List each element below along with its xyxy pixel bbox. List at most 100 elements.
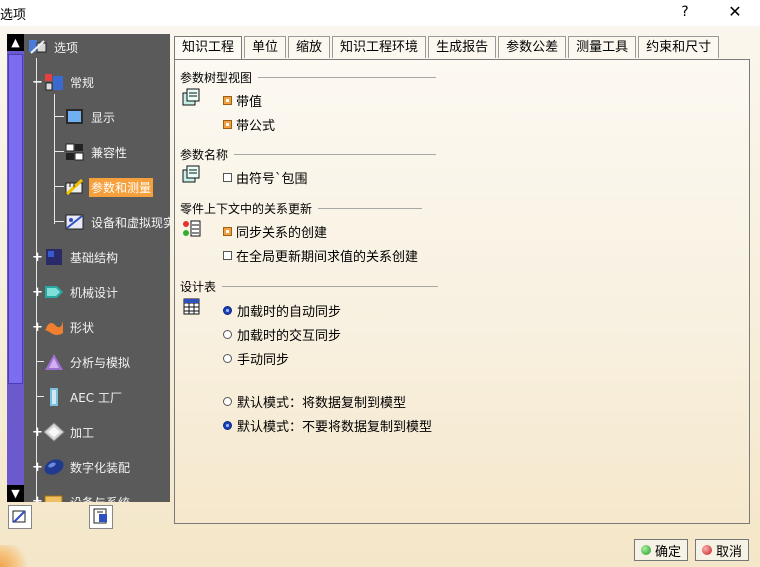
checkbox-box[interactable] [223, 227, 232, 236]
section-label: 设计表 [180, 280, 217, 294]
tree-item-label: 选项 [54, 40, 79, 55]
tree-connector [54, 116, 64, 117]
radio-button[interactable] [223, 421, 232, 430]
option-label: 默认模式：将数据复制到模型 [237, 396, 407, 411]
tree-item-analysis-simulation[interactable]: 分析与模拟 [43, 350, 132, 374]
tree-item-general[interactable]: 常规 [43, 70, 96, 94]
option-label: 带值 [236, 95, 263, 110]
tree-connector [54, 221, 64, 222]
cancel-button[interactable]: 取消 [695, 539, 750, 561]
expand-icon[interactable]: + [32, 321, 43, 334]
ok-icon [641, 545, 651, 555]
cancel-label: 取消 [716, 544, 743, 560]
tab-content-panel: 参数树型视图 带值 带公式 参数名称 由符号`包围 零件上下文中的关系更新 同步… [174, 59, 750, 524]
global-update-relations-checkbox[interactable]: 在全局更新期间求值的关系创建 [223, 246, 418, 265]
tree-item-label: 机械设计 [70, 285, 119, 300]
option-label: 加载时的交互同步 [237, 329, 342, 344]
expand-icon[interactable]: + [32, 495, 43, 502]
tab-knowledgeware[interactable]: 知识工程 [174, 36, 243, 61]
tree-item-digital-mockup[interactable]: 数字化装配 [43, 455, 132, 479]
parameter-name-icon [182, 165, 202, 185]
tree-item-display[interactable]: 显示 [64, 105, 117, 129]
tree-item-shape[interactable]: 形状 [43, 315, 96, 339]
sync-relations-checkbox[interactable]: 同步关系的创建 [223, 222, 327, 241]
default-no-copy-data-radio[interactable]: 默认模式：不要将数据复制到模型 [223, 416, 432, 435]
default-copy-data-radio[interactable]: 默认模式：将数据复制到模型 [223, 392, 406, 411]
with-formula-checkbox[interactable]: 带公式 [223, 115, 275, 134]
lock-options-icon[interactable] [89, 505, 113, 529]
section-title-tree-view: 参数树型视图 [180, 69, 437, 86]
tab-measure-tools[interactable]: 测量工具 [568, 36, 637, 58]
expand-icon[interactable]: + [32, 461, 43, 474]
checkbox-box[interactable] [223, 96, 232, 105]
tree-item-label: AEC 工厂 [70, 390, 122, 405]
radio-button[interactable] [223, 306, 232, 315]
analysis-simulation-icon [43, 352, 65, 372]
tree-item-infrastructure[interactable]: 基础结构 [43, 245, 120, 269]
option-label: 由符号`包围 [236, 172, 308, 187]
general-icon [43, 72, 65, 92]
tree-item-devices-vr[interactable]: 设备和虚拟现实 [64, 210, 170, 234]
tree-item-label: 常规 [70, 75, 95, 90]
devices-vr-icon [64, 212, 86, 232]
tab-knowledgeware-env[interactable]: 知识工程环境 [332, 36, 427, 58]
tree-item-mechanical-design[interactable]: 机械设计 [43, 280, 120, 304]
ok-button[interactable]: 确定 [634, 539, 689, 561]
close-button[interactable]: ✕ [722, 1, 748, 23]
surround-by-symbol-checkbox[interactable]: 由符号`包围 [223, 168, 308, 187]
design-table-icon [182, 297, 202, 317]
auto-sync-on-load-radio[interactable]: 加载时的自动同步 [223, 301, 341, 320]
tree-item-machining[interactable]: 加工 [43, 420, 96, 444]
tree-item-label: 基础结构 [70, 250, 119, 265]
tree-item-parameters-measure[interactable]: 参数和测量 [64, 175, 154, 199]
options-tree: ▲ ▼ − + + + + + + 选项 常规 显示 兼容性 参数和测量 设备和… [7, 34, 170, 502]
section-label: 零件上下文中的关系更新 [180, 202, 313, 216]
display-icon [64, 107, 86, 127]
tab-report-generation[interactable]: 生成报告 [428, 36, 497, 58]
help-button[interactable]: ? [672, 1, 698, 23]
radio-button[interactable] [223, 354, 232, 363]
option-label: 带公式 [236, 119, 276, 134]
tree-item-label: 设备与系统 [68, 493, 132, 503]
digital-mockup-icon [43, 457, 65, 477]
cancel-icon [702, 545, 712, 555]
collapse-icon[interactable]: − [32, 76, 43, 89]
tree-scrollbar[interactable]: ▲ ▼ [7, 34, 24, 502]
expand-icon[interactable]: + [32, 426, 43, 439]
checkbox-box[interactable] [223, 251, 232, 260]
expand-icon[interactable]: + [32, 286, 43, 299]
scroll-thumb[interactable] [8, 54, 23, 384]
section-divider [318, 208, 423, 209]
tab-constraints-dimensions[interactable]: 约束和尺寸 [638, 36, 720, 58]
tree-item-label: 兼容性 [91, 145, 128, 160]
radio-button[interactable] [223, 397, 232, 406]
tree-item-label: 参数和测量 [89, 177, 154, 197]
relations-update-icon [182, 219, 202, 239]
tab-units[interactable]: 单位 [244, 36, 287, 58]
expand-icon[interactable]: + [32, 251, 43, 264]
scroll-down-button[interactable]: ▼ [7, 485, 24, 502]
tree-toolbar [8, 505, 128, 531]
checkbox-box[interactable] [223, 173, 232, 182]
tree-connector [54, 151, 64, 152]
reset-options-icon[interactable] [8, 505, 32, 529]
corner-decoration [0, 545, 30, 567]
radio-button[interactable] [223, 330, 232, 339]
scroll-up-button[interactable]: ▲ [7, 34, 24, 51]
tree-item-aec-plant[interactable]: AEC 工厂 [43, 385, 124, 409]
with-value-checkbox[interactable]: 带值 [223, 91, 262, 110]
interactive-sync-on-load-radio[interactable]: 加载时的交互同步 [223, 325, 341, 344]
option-label: 在全局更新期间求值的关系创建 [236, 250, 419, 265]
manual-sync-radio[interactable]: 手动同步 [223, 349, 289, 368]
tree-item-label: 显示 [91, 110, 116, 125]
tree-item-options[interactable]: 选项 [27, 35, 80, 59]
tab-parameter-tolerance[interactable]: 参数公差 [498, 36, 567, 58]
tab-scale[interactable]: 缩放 [288, 36, 331, 58]
tab-bar: 知识工程 单位 缩放 知识工程环境 生成报告 参数公差 测量工具 约束和尺寸 [174, 36, 721, 61]
tree-item-equipment-systems[interactable]: 设备与系统 [43, 490, 132, 502]
checkbox-box[interactable] [223, 120, 232, 129]
mechanical-design-icon [43, 282, 65, 302]
tree-item-label: 设备和虚拟现实 [91, 215, 170, 230]
section-divider [222, 286, 439, 287]
tree-item-compatibility[interactable]: 兼容性 [64, 140, 129, 164]
